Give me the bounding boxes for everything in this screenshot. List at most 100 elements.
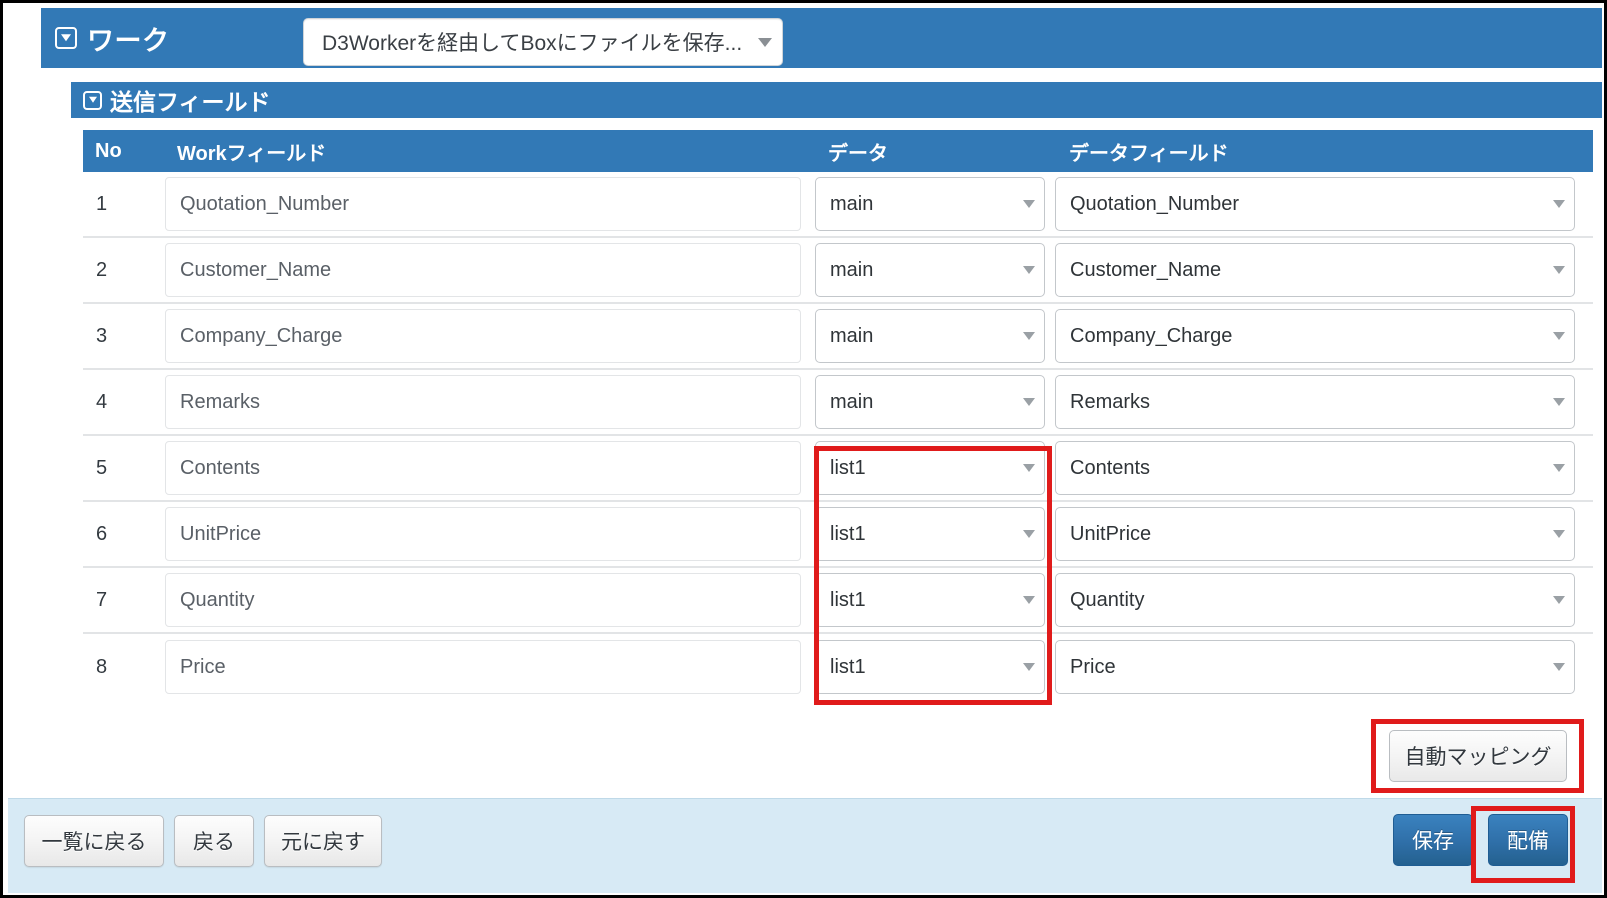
- work-field-input[interactable]: UnitPrice: [165, 507, 801, 561]
- data-select[interactable]: list1: [815, 640, 1045, 694]
- data-cell: main: [815, 177, 1055, 231]
- data-select[interactable]: main: [815, 177, 1045, 231]
- chevron-down-icon: [1023, 200, 1035, 208]
- chevron-down-icon: [1553, 200, 1565, 208]
- work-field-input[interactable]: Remarks: [165, 375, 801, 429]
- data-cell: main: [815, 375, 1055, 429]
- data-field-select[interactable]: Price: [1055, 640, 1575, 694]
- data-select-value: list1: [830, 523, 1017, 546]
- work-field-input[interactable]: Quotation_Number: [165, 177, 801, 231]
- data-field-cell: Quantity: [1055, 573, 1575, 627]
- work-field-value: Price: [180, 656, 226, 679]
- data-select-value: list1: [830, 589, 1017, 612]
- work-field-input[interactable]: Company_Charge: [165, 309, 801, 363]
- data-field-select[interactable]: UnitPrice: [1055, 507, 1575, 561]
- data-field-cell: Company_Charge: [1055, 309, 1575, 363]
- work-field-cell: Remarks: [165, 375, 815, 429]
- work-title: ワーク: [55, 19, 170, 58]
- work-field-value: Contents: [180, 457, 260, 480]
- table-row: 7 Quantity list1 Quantity: [83, 568, 1593, 634]
- data-select[interactable]: list1: [815, 441, 1045, 495]
- work-field-input[interactable]: Customer_Name: [165, 243, 801, 297]
- column-header-no: No: [83, 140, 165, 163]
- back-to-list-button[interactable]: 一覧に戻る: [24, 815, 164, 867]
- data-field-select-value: Company_Charge: [1070, 325, 1547, 348]
- data-select[interactable]: list1: [815, 507, 1045, 561]
- section-title-label: 送信フィールド: [110, 83, 271, 117]
- data-select-value: main: [830, 391, 1017, 414]
- data-select[interactable]: main: [815, 243, 1045, 297]
- chevron-down-icon: [1553, 332, 1565, 340]
- work-header-bar: ワーク D3Workerを経由してBoxにファイルを保存...: [41, 8, 1602, 68]
- chevron-down-icon: [758, 38, 772, 47]
- chevron-down-icon: [1023, 663, 1035, 671]
- work-field-value: Remarks: [180, 391, 260, 414]
- table-row: 3 Company_Charge main Company_Charge: [83, 304, 1593, 370]
- work-field-cell: Customer_Name: [165, 243, 815, 297]
- data-field-select-value: Price: [1070, 656, 1547, 679]
- data-cell: list1: [815, 640, 1055, 694]
- deploy-button[interactable]: 配備: [1488, 814, 1568, 866]
- chevron-down-icon: [1553, 398, 1565, 406]
- back-button[interactable]: 戻る: [174, 815, 254, 867]
- data-field-select[interactable]: Customer_Name: [1055, 243, 1575, 297]
- section-title: 送信フィールド: [83, 83, 271, 117]
- data-cell: list1: [815, 507, 1055, 561]
- data-field-select-value: Remarks: [1070, 391, 1547, 414]
- work-field-value: Quantity: [180, 589, 254, 612]
- data-field-cell: Quotation_Number: [1055, 177, 1575, 231]
- data-field-select[interactable]: Company_Charge: [1055, 309, 1575, 363]
- data-cell: main: [815, 309, 1055, 363]
- chevron-down-icon: [1553, 530, 1565, 538]
- work-field-cell: Contents: [165, 441, 815, 495]
- row-number: 6: [83, 523, 165, 546]
- chevron-down-icon: [1553, 596, 1565, 604]
- undo-button[interactable]: 元に戻す: [264, 815, 382, 867]
- data-select-value: main: [830, 193, 1017, 216]
- row-number: 7: [83, 589, 165, 612]
- data-select-value: list1: [830, 656, 1017, 679]
- data-field-select[interactable]: Quotation_Number: [1055, 177, 1575, 231]
- data-cell: main: [815, 243, 1055, 297]
- table-row: 1 Quotation_Number main Quotation_Number: [83, 172, 1593, 238]
- data-cell: list1: [815, 573, 1055, 627]
- app-window: ワーク D3Workerを経由してBoxにファイルを保存... 送信フィールド …: [0, 0, 1607, 898]
- work-field-value: Quotation_Number: [180, 193, 349, 216]
- data-select[interactable]: main: [815, 375, 1045, 429]
- chevron-down-icon: [1023, 596, 1035, 604]
- work-field-value: Company_Charge: [180, 325, 342, 348]
- data-field-select[interactable]: Contents: [1055, 441, 1575, 495]
- work-field-cell: UnitPrice: [165, 507, 815, 561]
- row-number: 3: [83, 325, 165, 348]
- table-row: 6 UnitPrice list1 UnitPrice: [83, 502, 1593, 568]
- work-title-label: ワーク: [87, 19, 170, 58]
- chevron-down-icon: [1023, 398, 1035, 406]
- work-select-value: D3Workerを経由してBoxにファイルを保存...: [322, 27, 752, 57]
- work-field-value: UnitPrice: [180, 523, 261, 546]
- chevron-down-icon: [1553, 464, 1565, 472]
- save-button[interactable]: 保存: [1393, 814, 1473, 866]
- chevron-down-icon: [1023, 266, 1035, 274]
- work-field-input[interactable]: Quantity: [165, 573, 801, 627]
- data-field-select-value: Quantity: [1070, 589, 1547, 612]
- work-select[interactable]: D3Workerを経由してBoxにファイルを保存...: [303, 18, 783, 66]
- column-header-data-field: データフィールド: [1055, 137, 1575, 166]
- row-number: 4: [83, 391, 165, 414]
- data-select[interactable]: list1: [815, 573, 1045, 627]
- chevron-down-icon: [1553, 266, 1565, 274]
- data-field-select[interactable]: Remarks: [1055, 375, 1575, 429]
- auto-mapping-button[interactable]: 自動マッピング: [1389, 730, 1567, 782]
- table-row: 8 Price list1 Price: [83, 634, 1593, 700]
- work-field-cell: Quotation_Number: [165, 177, 815, 231]
- row-number: 1: [83, 193, 165, 216]
- column-header-work-field: Workフィールド: [165, 137, 815, 166]
- data-field-select[interactable]: Quantity: [1055, 573, 1575, 627]
- data-select-value: main: [830, 325, 1017, 348]
- data-field-select-value: Customer_Name: [1070, 259, 1547, 282]
- chevron-down-icon: [1553, 663, 1565, 671]
- work-field-input[interactable]: Contents: [165, 441, 801, 495]
- data-select[interactable]: main: [815, 309, 1045, 363]
- data-field-select-value: UnitPrice: [1070, 523, 1547, 546]
- work-field-input[interactable]: Price: [165, 640, 801, 694]
- data-field-cell: Customer_Name: [1055, 243, 1575, 297]
